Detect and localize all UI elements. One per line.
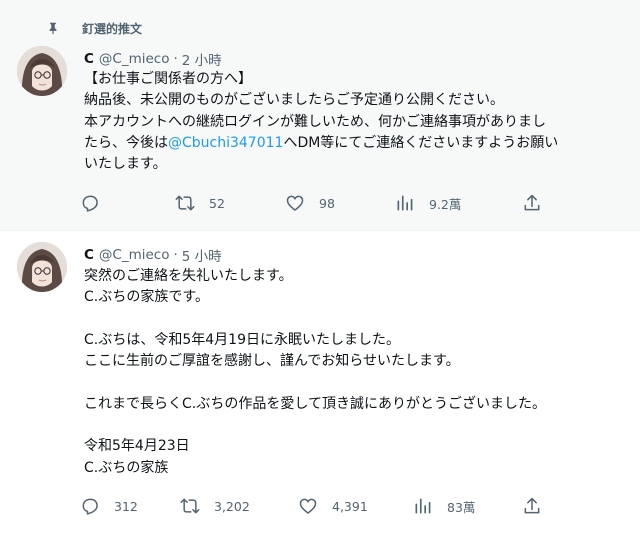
tweet-line: C.ぶちの家族です。 [84, 289, 209, 306]
action-bar: 52 98 9.2萬 [80, 192, 560, 214]
pin-icon [49, 22, 57, 35]
tweet-line: これまで長らくC.ぶちの作品を愛して頂き誠にありがとうございました。 [84, 395, 546, 412]
reply-icon [82, 195, 98, 212]
avatar-image [17, 242, 67, 292]
tweet-line: 納品後、未公開のものがございましたらご予定通り公開ください。 [84, 92, 504, 109]
share-icon [524, 194, 540, 211]
tweet-line [84, 309, 629, 330]
user-handle[interactable]: @C_mieco [99, 51, 170, 67]
tweet-line-post: へDM等にてご連絡くださいますようお願い [283, 134, 559, 151]
like-button[interactable]: 4,391 [298, 495, 368, 517]
tweet-line: 本アカウントへの継続ログインが難しいため、何かご連絡事項がありまし [84, 113, 546, 130]
heart-icon [286, 195, 304, 211]
separator-dot: · [173, 51, 178, 67]
views-icon [415, 498, 431, 514]
tweet-text: 突然のご連絡を失礼いたします。 C.ぶちの家族です。 C.ぶちは、令和5年4月1… [84, 266, 629, 479]
retweet-button[interactable]: 52 [175, 192, 225, 214]
reply-icon [82, 498, 98, 515]
like-count: 4,391 [332, 498, 368, 514]
tweet-line: C.ぶちの家族 [84, 459, 169, 476]
views-icon [397, 195, 413, 211]
tweet-line: いたします。 [84, 156, 167, 173]
avatar[interactable] [17, 242, 67, 292]
tweet-header: C @C_mieco · 5 小時 [84, 245, 222, 265]
tweet-line: ここに生前のご厚誼を感謝し、謹んでお知らせいたします。 [84, 353, 460, 370]
views-button[interactable]: 9.2萬 [395, 192, 461, 214]
tweet-line [84, 415, 629, 436]
tweet-line-with-mention: たら、今後は@Cbuchi347011へDM等にてご連絡くださいますようお願い [84, 133, 629, 154]
retweet-button[interactable]: 3,202 [180, 495, 250, 517]
avatar[interactable] [17, 46, 67, 96]
pinned-label: 釘選的推文 [82, 21, 143, 36]
action-bar: 312 3,202 4,391 83萬 [80, 495, 560, 517]
tweet-line-pre: たら、今後は [84, 134, 168, 151]
tweet-line: 【お仕事ご関係者の方へ】 [84, 71, 252, 87]
timestamp[interactable]: 5 小時 [182, 245, 222, 265]
retweet-icon [180, 498, 200, 514]
tweet-line: C.ぶちは、令和5年4月19日に永眠いたしました。 [84, 331, 400, 348]
tweet-line [84, 372, 629, 393]
pinned-tweet[interactable]: 釘選的推文 C @C_mieco · 2 小時 【お仕事ご関係者の方へ】 納品後… [0, 0, 640, 230]
display-name[interactable]: C [84, 247, 94, 263]
tweet-text: 【お仕事ご関係者の方へ】 納品後、未公開のものがございましたらご予定通り公開くだ… [84, 69, 629, 175]
avatar-image [17, 46, 67, 96]
retweet-count: 52 [209, 195, 225, 211]
user-handle[interactable]: @C_mieco [99, 247, 170, 263]
share-button[interactable] [522, 495, 542, 517]
reply-button[interactable] [80, 192, 114, 214]
like-button[interactable]: 98 [285, 192, 335, 214]
tweet-line: 突然のご連絡を失礼いたします。 [84, 268, 293, 284]
timestamp[interactable]: 2 小時 [182, 49, 222, 69]
pinned-indicator: 釘選的推文 [46, 18, 142, 38]
share-button[interactable] [522, 192, 542, 214]
display-name[interactable]: C [84, 51, 94, 67]
tweet-line: 令和5年4月23日 [84, 438, 190, 455]
share-icon [524, 497, 540, 514]
tweet[interactable]: C @C_mieco · 5 小時 突然のご連絡を失礼いたします。 C.ぶちの家… [0, 230, 640, 535]
heart-icon [299, 498, 317, 514]
separator-dot: · [173, 247, 178, 263]
retweet-icon [175, 195, 195, 211]
reply-count: 312 [114, 498, 138, 514]
tweet-header: C @C_mieco · 2 小時 [84, 49, 222, 69]
views-count: 83萬 [447, 499, 476, 515]
mention-link[interactable]: @Cbuchi347011 [168, 135, 283, 151]
views-button[interactable]: 83萬 [413, 495, 475, 517]
like-count: 98 [319, 195, 335, 211]
views-count: 9.2萬 [429, 196, 462, 212]
retweet-count: 3,202 [214, 498, 250, 514]
reply-button[interactable]: 312 [80, 495, 138, 517]
